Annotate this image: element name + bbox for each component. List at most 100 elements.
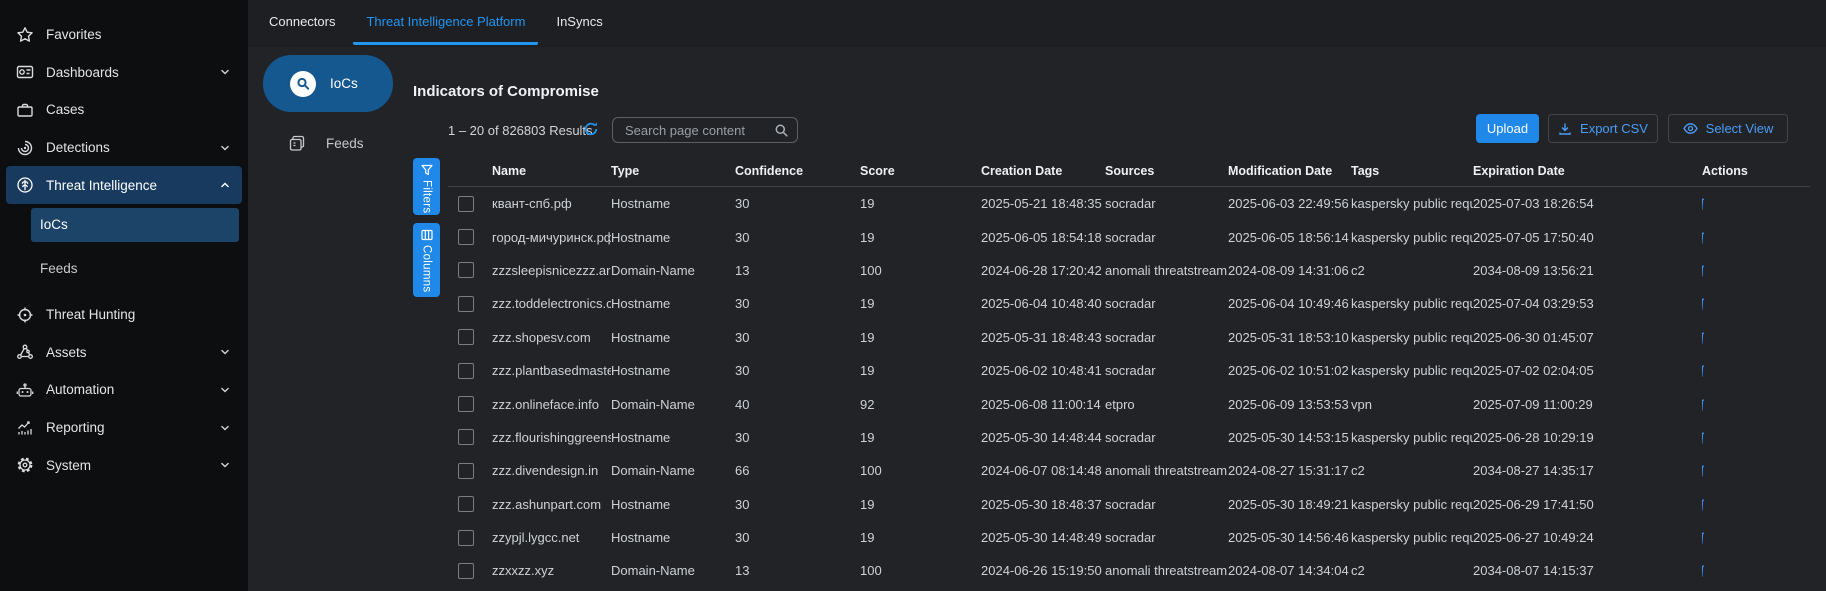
delete-icon[interactable] bbox=[1702, 397, 1705, 412]
sidebar-subitem-label: IoCs bbox=[40, 217, 68, 232]
column-header-score[interactable]: Score bbox=[860, 164, 981, 178]
table-row: zzz.onlineface.info Domain-Name 40 92 20… bbox=[448, 387, 1810, 420]
ioc-tags-cell: kaspersky public requ bbox=[1351, 230, 1473, 245]
delete-icon[interactable] bbox=[1702, 563, 1705, 578]
shield-search-icon bbox=[290, 71, 316, 97]
sidebar-item-reporting[interactable]: Reporting bbox=[6, 409, 242, 447]
feeds-stack-icon bbox=[288, 134, 306, 152]
sidebar-item-automation[interactable]: Automation bbox=[6, 371, 242, 409]
delete-icon[interactable] bbox=[1702, 497, 1705, 512]
sidebar-item-dashboards[interactable]: Dashboards bbox=[6, 54, 242, 92]
export-csv-button[interactable]: Export CSV bbox=[1548, 114, 1658, 143]
subnav-feeds-label: Feeds bbox=[326, 136, 364, 151]
delete-icon[interactable] bbox=[1702, 296, 1705, 311]
delete-icon[interactable] bbox=[1702, 263, 1705, 278]
sidebar-subitem-feeds[interactable]: Feeds bbox=[31, 252, 239, 286]
row-checkbox[interactable] bbox=[458, 530, 474, 546]
filters-tab[interactable]: Filters bbox=[413, 158, 440, 215]
chevron-down-icon bbox=[218, 345, 232, 359]
row-checkbox[interactable] bbox=[458, 329, 474, 345]
sidebar-item-label: System bbox=[46, 458, 206, 473]
robot-icon bbox=[16, 381, 34, 399]
row-checkbox[interactable] bbox=[458, 463, 474, 479]
star-icon bbox=[16, 26, 34, 44]
tab-threat-intelligence-platform[interactable]: Threat Intelligence Platform bbox=[353, 0, 538, 45]
refresh-icon[interactable] bbox=[583, 121, 599, 137]
search-icon[interactable] bbox=[774, 123, 789, 138]
sidebar-item-favorites[interactable]: Favorites bbox=[6, 16, 242, 54]
columns-tab[interactable]: Columns bbox=[413, 223, 440, 297]
delete-icon[interactable] bbox=[1702, 330, 1705, 345]
ioc-sources-cell: socradar bbox=[1105, 497, 1228, 512]
row-checkbox[interactable] bbox=[458, 563, 474, 579]
delete-icon[interactable] bbox=[1702, 363, 1705, 378]
ioc-name-cell: zzypjl.lygcc.net bbox=[492, 530, 611, 545]
sidebar-subitem-iocs[interactable]: IoCs bbox=[31, 208, 239, 242]
column-header-tags[interactable]: Tags bbox=[1351, 164, 1473, 178]
column-header-confidence[interactable]: Confidence bbox=[735, 164, 860, 178]
row-checkbox[interactable] bbox=[458, 229, 474, 245]
sidebar-item-threat-hunting[interactable]: Threat Hunting bbox=[6, 296, 242, 334]
select-view-button[interactable]: Select View bbox=[1668, 114, 1788, 143]
brain-icon bbox=[16, 176, 34, 194]
ioc-tags-cell: c2 bbox=[1351, 463, 1473, 478]
column-header-expiration-date[interactable]: Expiration Date bbox=[1473, 164, 1702, 178]
ioc-name-cell: zzz.toddelectronics.c bbox=[492, 296, 611, 311]
ioc-confidence-cell: 13 bbox=[735, 563, 860, 578]
column-header-sources[interactable]: Sources bbox=[1105, 164, 1228, 178]
row-checkbox[interactable] bbox=[458, 196, 474, 212]
chevron-down-icon bbox=[218, 141, 232, 155]
upload-button[interactable]: Upload bbox=[1476, 114, 1539, 143]
column-header-name[interactable]: Name bbox=[492, 164, 611, 178]
delete-icon[interactable] bbox=[1702, 430, 1705, 445]
subnav-iocs-button[interactable]: IoCs bbox=[263, 55, 393, 112]
ioc-tags-cell: kaspersky public requ bbox=[1351, 430, 1473, 445]
tab-insyncs[interactable]: InSyncs bbox=[543, 0, 615, 45]
ioc-score-cell: 19 bbox=[860, 497, 981, 512]
radar-icon bbox=[16, 139, 34, 157]
sidebar-item-assets[interactable]: Assets bbox=[6, 334, 242, 372]
sidebar-item-threat-intelligence[interactable]: Threat Intelligence bbox=[6, 166, 242, 204]
search-input[interactable] bbox=[623, 122, 774, 139]
ioc-confidence-cell: 13 bbox=[735, 263, 860, 278]
table-row: zzz.flourishinggreens Hostname 30 19 202… bbox=[448, 421, 1810, 454]
ioc-expiration-date-cell: 2025-06-28 10:29:19 bbox=[1473, 430, 1702, 445]
chevron-down-icon bbox=[218, 458, 232, 472]
tab-connectors[interactable]: Connectors bbox=[256, 0, 348, 45]
table-row: zzz.toddelectronics.c Hostname 30 19 202… bbox=[448, 287, 1810, 320]
sidebar-item-system[interactable]: System bbox=[6, 446, 242, 484]
sidebar: Favorites Dashboards Cases Detections Th… bbox=[0, 0, 248, 591]
ioc-tags-cell: c2 bbox=[1351, 563, 1473, 578]
delete-icon[interactable] bbox=[1702, 230, 1705, 245]
row-checkbox[interactable] bbox=[458, 429, 474, 445]
row-checkbox[interactable] bbox=[458, 296, 474, 312]
delete-icon[interactable] bbox=[1702, 196, 1705, 211]
ioc-name-cell: zzz.flourishinggreens bbox=[492, 430, 611, 445]
ioc-confidence-cell: 30 bbox=[735, 530, 860, 545]
row-checkbox[interactable] bbox=[458, 262, 474, 278]
column-header-modification-date[interactable]: Modification Date bbox=[1228, 164, 1351, 178]
row-checkbox[interactable] bbox=[458, 496, 474, 512]
chevron-down-icon bbox=[218, 383, 232, 397]
column-header-type[interactable]: Type bbox=[611, 164, 735, 178]
download-icon bbox=[1558, 122, 1572, 136]
subnav-feeds-button[interactable]: Feeds bbox=[288, 130, 364, 156]
ioc-type-cell: Hostname bbox=[611, 230, 735, 245]
ioc-modification-date-cell: 2025-05-30 18:49:21 bbox=[1228, 497, 1351, 512]
filter-funnel-icon bbox=[421, 164, 433, 176]
column-header-creation-date[interactable]: Creation Date bbox=[981, 164, 1105, 178]
sidebar-item-cases[interactable]: Cases bbox=[6, 91, 242, 129]
ioc-type-cell: Hostname bbox=[611, 430, 735, 445]
ioc-sources-cell: anomali threatstream bbox=[1105, 263, 1228, 278]
ioc-sources-cell: socradar bbox=[1105, 363, 1228, 378]
row-checkbox[interactable] bbox=[458, 396, 474, 412]
ioc-name-cell: zzz.plantbasedmaste bbox=[492, 363, 611, 378]
row-checkbox[interactable] bbox=[458, 363, 474, 379]
sidebar-item-label: Detections bbox=[46, 140, 206, 155]
delete-icon[interactable] bbox=[1702, 530, 1705, 545]
sidebar-item-detections[interactable]: Detections bbox=[6, 129, 242, 167]
select-view-label: Select View bbox=[1706, 121, 1774, 136]
ioc-tags-cell: c2 bbox=[1351, 263, 1473, 278]
ioc-name-cell: квант-спб.рф bbox=[492, 196, 611, 211]
delete-icon[interactable] bbox=[1702, 463, 1705, 478]
